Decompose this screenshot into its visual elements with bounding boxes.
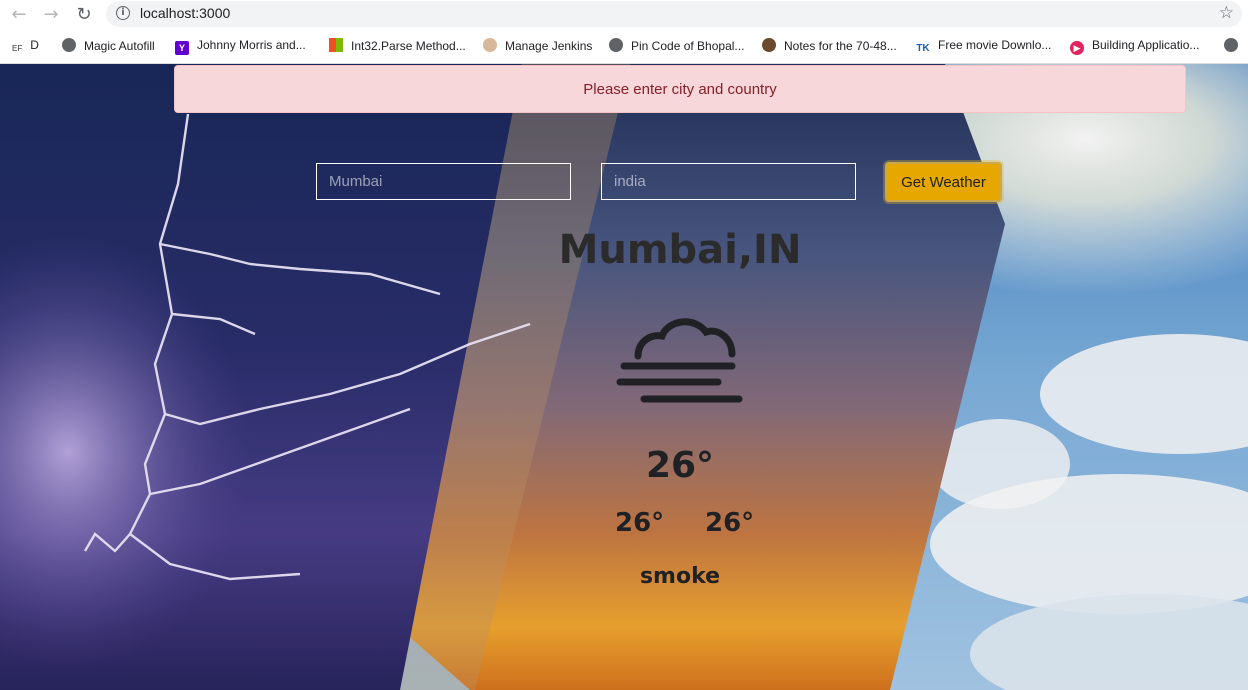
globe-icon	[609, 38, 623, 52]
reload-icon[interactable]: ↻	[73, 4, 95, 26]
current-temperature: 26°	[645, 445, 715, 486]
tk-icon: TK	[916, 43, 930, 54]
address-bar[interactable]: i localhost:3000 ☆	[106, 1, 1242, 27]
bookmark-item[interactable]: Magic Autofill	[62, 38, 155, 54]
bookmark-label: Building Applicatio...	[1092, 38, 1200, 52]
bookmark-star-icon[interactable]: ☆	[1219, 3, 1234, 23]
jenkins-icon	[483, 38, 497, 52]
forward-arrow-icon[interactable]: →	[40, 4, 62, 26]
globe-icon	[62, 38, 76, 52]
play-icon: ▶	[1070, 41, 1084, 55]
bookmark-item[interactable]: ▶ Building Applicatio...	[1070, 38, 1200, 55]
min-temperature: 26°	[615, 508, 665, 538]
back-arrow-icon[interactable]: ←	[8, 4, 30, 26]
bookmark-label: Manage Jenkins	[505, 39, 593, 53]
error-alert: Please enter city and country	[174, 65, 1186, 113]
bookmark-item[interactable]: Manage Jenkins	[483, 38, 592, 54]
weather-description: smoke	[639, 564, 721, 589]
ef-icon: EF	[12, 44, 23, 53]
url-text[interactable]: localhost:3000	[140, 5, 230, 21]
bookmark-item[interactable]	[1224, 38, 1246, 54]
bookmark-item[interactable]: EF D	[12, 38, 39, 54]
get-weather-button[interactable]: Get Weather	[885, 162, 1002, 202]
bookmark-label: Free movie Downlo...	[938, 38, 1052, 52]
person-icon	[762, 38, 776, 52]
bookmark-label: Magic Autofill	[84, 39, 155, 53]
location-title: Mumbai,IN	[558, 227, 802, 273]
bookmark-item[interactable]: Notes for the 70-48...	[762, 38, 897, 54]
weather-app: Please enter city and country Get Weathe…	[0, 64, 1248, 690]
bookmarks-bar: EF D Magic Autofill Y Johnny Morris and...…	[0, 29, 1248, 64]
fog-cloud-icon	[616, 318, 743, 403]
yahoo-icon: Y	[175, 41, 189, 55]
city-input[interactable]	[316, 163, 571, 200]
bookmark-item[interactable]: Pin Code of Bhopal...	[609, 38, 744, 54]
globe-icon	[1224, 38, 1238, 52]
bookmark-item[interactable]: TK Free movie Downlo...	[916, 38, 1051, 54]
bookmark-item[interactable]: Y Johnny Morris and...	[175, 38, 306, 55]
country-input[interactable]	[601, 163, 856, 200]
browser-toolbar: ← → ↻ i localhost:3000 ☆	[0, 0, 1248, 29]
bookmark-label: Johnny Morris and...	[197, 38, 306, 52]
info-icon[interactable]: i	[116, 6, 130, 20]
bookmark-item[interactable]: Int32.Parse Method...	[329, 38, 466, 54]
bookmark-label: Pin Code of Bhopal...	[631, 39, 745, 53]
max-temperature: 26°	[705, 508, 755, 538]
bookmark-label: Notes for the 70-48...	[784, 39, 897, 53]
bookmark-label: Int32.Parse Method...	[351, 39, 466, 53]
bookmark-label: D	[30, 38, 39, 52]
microsoft-icon	[329, 38, 343, 52]
